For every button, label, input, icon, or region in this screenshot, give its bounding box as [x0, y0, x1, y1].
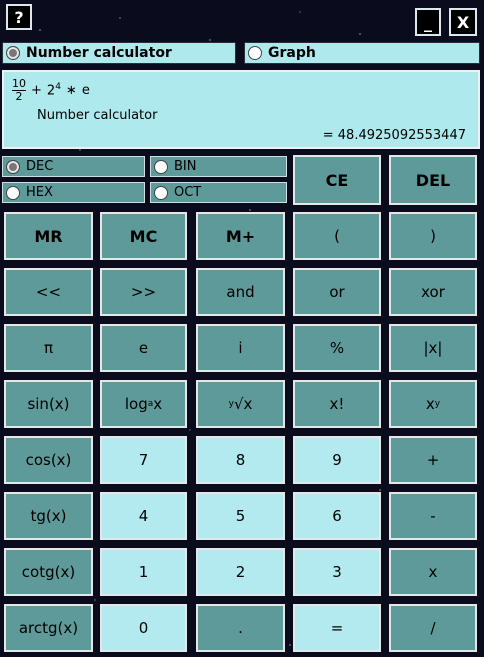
- mode-number-label: Number calculator: [26, 45, 172, 61]
- base-hex[interactable]: HEX: [2, 182, 145, 203]
- digit-1-button[interactable]: 1: [100, 548, 187, 596]
- radio-icon[interactable]: [248, 46, 262, 60]
- base-oct[interactable]: OCT: [150, 182, 287, 203]
- result-value: = 48.4925092553447: [322, 128, 466, 143]
- open-paren-button[interactable]: (: [293, 212, 381, 260]
- divide-button[interactable]: /: [389, 604, 477, 652]
- percent-button[interactable]: %: [293, 324, 381, 372]
- shift-right-button[interactable]: >>: [100, 268, 187, 316]
- minus-button[interactable]: -: [389, 492, 477, 540]
- power-base-label: x: [425, 395, 435, 413]
- power-term: 24: [47, 82, 61, 98]
- digit-9-button[interactable]: 9: [293, 436, 381, 484]
- memory-recall-button[interactable]: MR: [4, 212, 93, 260]
- clear-entry-button[interactable]: CE: [293, 155, 381, 205]
- root-label: √x: [233, 395, 253, 413]
- mode-graph[interactable]: Graph: [244, 42, 480, 64]
- cosine-button[interactable]: cos(x): [4, 436, 93, 484]
- xor-button[interactable]: xor: [389, 268, 477, 316]
- base-bin-label: BIN: [174, 159, 197, 174]
- radio-icon[interactable]: [154, 185, 168, 200]
- digit-3-button[interactable]: 3: [293, 548, 381, 596]
- logarithm-button[interactable]: log a x: [100, 380, 187, 428]
- shift-left-button[interactable]: <<: [4, 268, 93, 316]
- base-hex-label: HEX: [26, 185, 53, 200]
- equals-button[interactable]: =: [293, 604, 381, 652]
- pi-button[interactable]: π: [4, 324, 93, 372]
- digit-4-button[interactable]: 4: [100, 492, 187, 540]
- e-button[interactable]: e: [100, 324, 187, 372]
- base-dec[interactable]: DEC: [2, 156, 145, 177]
- radio-selected-icon[interactable]: [6, 159, 20, 174]
- multiply-button[interactable]: x: [389, 548, 477, 596]
- power-base: 2: [46, 83, 56, 99]
- base-bin[interactable]: BIN: [150, 156, 287, 177]
- power-button[interactable]: xy: [389, 380, 477, 428]
- digit-0-button[interactable]: 0: [100, 604, 187, 652]
- memory-add-button[interactable]: M+: [196, 212, 285, 260]
- minimize-button[interactable]: _: [415, 8, 441, 36]
- help-button[interactable]: ?: [6, 4, 32, 30]
- decimal-point-button[interactable]: .: [196, 604, 285, 652]
- fraction-denominator: 2: [15, 90, 23, 103]
- base-oct-label: OCT: [174, 185, 202, 200]
- digit-7-button[interactable]: 7: [100, 436, 187, 484]
- absolute-value-button[interactable]: |x|: [389, 324, 477, 372]
- cotangent-button[interactable]: cotg(x): [4, 548, 93, 596]
- log-arg-label: x: [153, 395, 163, 413]
- radio-icon[interactable]: [6, 185, 20, 200]
- factorial-button[interactable]: x!: [293, 380, 381, 428]
- close-paren-button[interactable]: ): [389, 212, 477, 260]
- digit-8-button[interactable]: 8: [196, 436, 285, 484]
- imaginary-button[interactable]: i: [196, 324, 285, 372]
- memory-clear-button[interactable]: MC: [100, 212, 187, 260]
- delete-button[interactable]: DEL: [389, 155, 477, 205]
- expression-display: 10 2 + 24 ∗ e Number calculator = 48.492…: [2, 70, 480, 149]
- radio-icon[interactable]: [154, 159, 168, 174]
- digit-5-button[interactable]: 5: [196, 492, 285, 540]
- power-exponent-label: y: [434, 399, 441, 409]
- nth-root-button[interactable]: y √x: [196, 380, 285, 428]
- operator-multiply: ∗: [65, 83, 77, 98]
- display-subtitle: Number calculator: [37, 108, 158, 123]
- mode-graph-label: Graph: [268, 45, 316, 61]
- plus-button[interactable]: +: [389, 436, 477, 484]
- expression-line: 10 2 + 24 ∗ e: [12, 78, 90, 103]
- sine-button[interactable]: sin(x): [4, 380, 93, 428]
- operator-plus: +: [31, 83, 42, 98]
- digit-6-button[interactable]: 6: [293, 492, 381, 540]
- radio-selected-icon[interactable]: [6, 46, 20, 60]
- mode-number-calculator[interactable]: Number calculator: [2, 42, 236, 64]
- fraction-numerator: 10: [12, 77, 26, 90]
- close-button[interactable]: X: [449, 8, 477, 36]
- or-button[interactable]: or: [293, 268, 381, 316]
- tangent-button[interactable]: tg(x): [4, 492, 93, 540]
- and-button[interactable]: and: [196, 268, 285, 316]
- base-dec-label: DEC: [26, 159, 54, 174]
- digit-2-button[interactable]: 2: [196, 548, 285, 596]
- arctangent-button[interactable]: arctg(x): [4, 604, 93, 652]
- constant-e: e: [81, 83, 90, 98]
- log-label: log: [124, 395, 148, 413]
- fraction: 10 2: [12, 78, 26, 103]
- power-exponent: 4: [55, 82, 61, 93]
